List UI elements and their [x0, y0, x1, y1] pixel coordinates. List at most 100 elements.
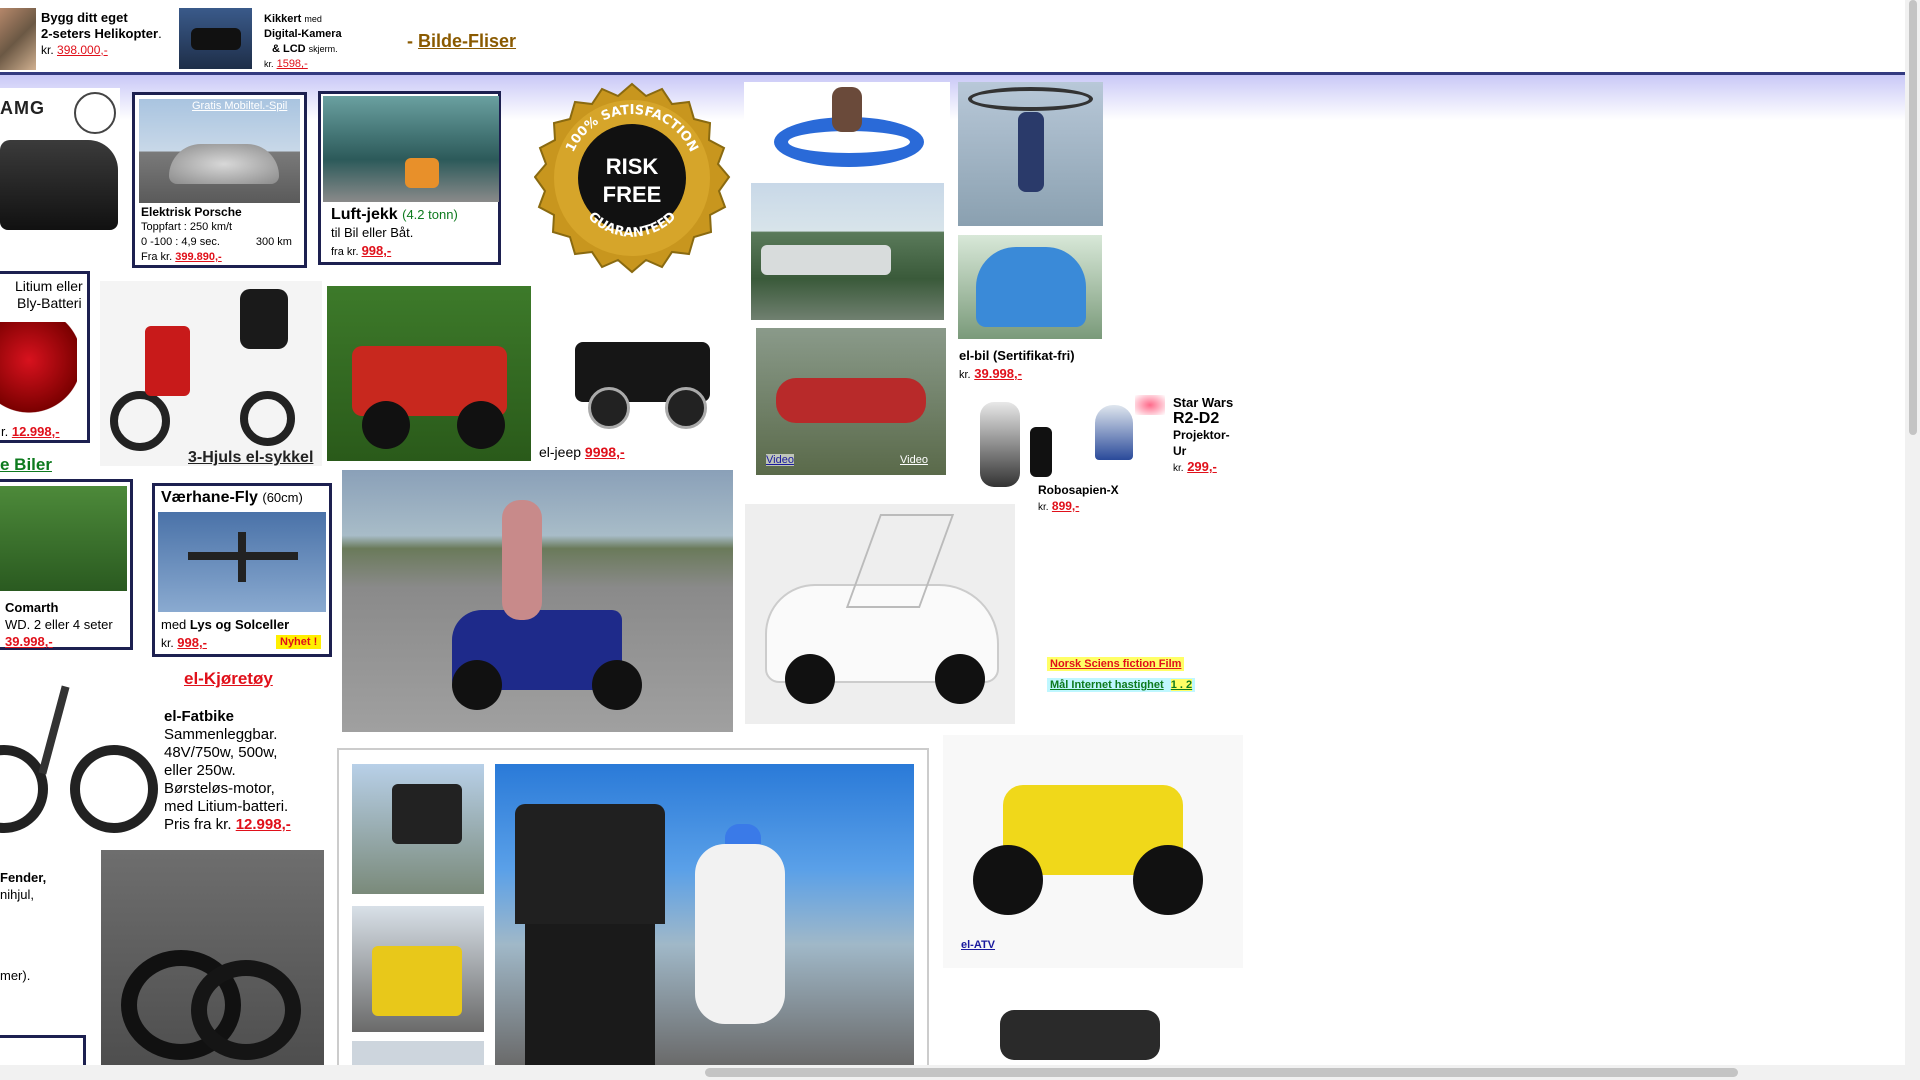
porsche-price[interactable]: 399.890,-: [175, 251, 221, 263]
scifi-film-link[interactable]: Norsk Sciens fiction Film: [1047, 657, 1185, 671]
el-bil-ad[interactable]: el-bil (Sertifikat-fri) kr. 39.998,-: [959, 347, 1075, 384]
robosapien-ad[interactable]: Robosapien-X kr. 899,-: [1038, 482, 1119, 516]
speed-test-numbers[interactable]: 1 . 2: [1170, 679, 1193, 691]
fender-title: Fender,: [0, 870, 47, 885]
robosapien-price[interactable]: 899,-: [1052, 499, 1079, 513]
binocular-med: med: [304, 14, 322, 24]
red-flying-car-image[interactable]: Video Video: [756, 328, 946, 475]
binocular-skjerm: skjerm.: [308, 44, 338, 54]
r2d2-line4: Ur: [1173, 444, 1187, 458]
biler-link[interactable]: e Biler: [0, 455, 52, 475]
jetpack-image[interactable]: [958, 82, 1103, 226]
pedicab-thumb-1[interactable]: [352, 764, 484, 894]
el-jeep-ad[interactable]: el-jeep 9998,-: [539, 444, 625, 460]
trike-link[interactable]: 3-Hjuls el-sykkel: [188, 449, 313, 467]
badge-line2: FREE: [603, 182, 662, 207]
bilde-fliser-link[interactable]: Bilde-Fliser: [418, 31, 516, 51]
el-bil-kr: kr.: [959, 369, 971, 381]
helicopter-kr: kr.: [41, 43, 54, 57]
porsche-line1: Toppfart : 250 km/t: [141, 221, 233, 233]
trike-image[interactable]: [100, 281, 322, 466]
weathervane-kr: kr.: [161, 636, 174, 650]
fatbike-price[interactable]: 12.998,-: [236, 816, 291, 833]
pedicab-main-photo[interactable]: [495, 764, 914, 1065]
scooter-price[interactable]: 12.998,-: [12, 424, 60, 439]
helicopter-subtitle: 2-seters Helikopter: [41, 26, 159, 41]
binocular-ad[interactable]: Kikkert med Digital-Kamera & LCD skjerm.…: [264, 12, 342, 72]
boat-car-image[interactable]: [751, 183, 944, 320]
weathervane-ad[interactable]: Værhane-Fly (60cm) med Lys og Solceller …: [152, 483, 332, 657]
video-link-2[interactable]: Video: [900, 454, 928, 466]
speed-test-link[interactable]: Mål Internet hastighet: [1050, 679, 1164, 691]
porsche-ad[interactable]: Gratis Mobiltel.-Spil Elektrisk Porsche …: [132, 92, 307, 268]
air-jack-ad[interactable]: Luft-jekk (4.2 tonn) til Bil eller Båt. …: [318, 91, 501, 265]
el-bil-price[interactable]: 39.998,-: [974, 366, 1022, 381]
atv-2-image[interactable]: [990, 990, 1180, 1065]
helicopter-image[interactable]: [0, 8, 36, 70]
r2d2-price[interactable]: 299,-: [1187, 459, 1217, 474]
scooter-line2: Bly-Batteri: [17, 295, 82, 311]
helicopter-title: Bygg ditt eget: [41, 10, 128, 25]
new-badge: Nyhet !: [276, 635, 322, 649]
scooter-kr: r.: [1, 424, 9, 439]
scooter-ad[interactable]: Litium eller Bly-Batteri r. 12.998,-: [0, 271, 90, 443]
air-jack-line1: til Bil eller Båt.: [331, 225, 414, 240]
air-jack-image[interactable]: [323, 96, 499, 202]
comarth-ad[interactable]: Comarth WD. 2 eller 4 seter 39.998,-: [0, 479, 133, 650]
pedicab-thumb-2[interactable]: [352, 906, 484, 1032]
el-jeep-label: el-jeep: [539, 444, 582, 460]
folded-fatbike-image[interactable]: [101, 850, 324, 1065]
helicopter-price[interactable]: 398.000,-: [57, 43, 108, 57]
horizontal-scrollbar-thumb[interactable]: [705, 1068, 1738, 1077]
comarth-price[interactable]: 39.998,-: [5, 633, 113, 650]
weathervane-lys: Lys og Solceller: [189, 617, 290, 632]
fatbike-image[interactable]: [0, 665, 160, 847]
porsche-title: Elektrisk Porsche: [141, 205, 242, 219]
el-atv-link[interactable]: el-ATV: [961, 939, 995, 951]
hover-ring-image[interactable]: [744, 82, 950, 182]
binocular-image[interactable]: [179, 8, 252, 69]
internet-speed-test[interactable]: Mål Internet hastighet 1 . 2: [1047, 678, 1196, 692]
fender-ad[interactable]: Fender, nihjul, mer).: [0, 869, 46, 984]
el-vehicles-link[interactable]: el-Kjøretøy: [184, 669, 273, 689]
air-jack-tonn: (4.2 tonn): [402, 207, 458, 222]
fatbike-ad[interactable]: el-Fatbike Sammenleggbar. 48V/750w, 500w…: [164, 708, 291, 834]
comarth-title: Comarth: [5, 600, 59, 615]
r2d2-line1: Star Wars: [1173, 395, 1234, 410]
comarth-sub: WD. 2 eller 4 seter: [5, 617, 113, 632]
weathervane-size: (60cm): [262, 490, 303, 505]
binocular-price[interactable]: 1598,-: [277, 58, 308, 70]
bmw-kids-car-image[interactable]: [745, 504, 1015, 724]
mercedes-toy-car[interactable]: AMG: [0, 88, 120, 250]
badge-line1: RISK: [606, 154, 659, 179]
binocular-line2: Digital-Kamera: [264, 28, 342, 40]
video-link-1[interactable]: Video: [766, 454, 794, 466]
bilde-dash: -: [407, 31, 413, 51]
helicopter-ad[interactable]: Bygg ditt eget 2-seters Helikopter. kr. …: [41, 10, 162, 58]
robosapien-image[interactable]: [960, 397, 1068, 494]
bilde-fliser[interactable]: - Bilde-Fliser: [407, 31, 516, 52]
weathervane-title: Værhane-Fly: [161, 489, 258, 506]
r2d2-kr: kr.: [1173, 463, 1184, 474]
air-jack-price[interactable]: 998,-: [362, 243, 392, 258]
porsche-line2: 0 -100 : 4,9 sec.: [141, 236, 220, 248]
fatbike-line3: eller 250w.: [164, 762, 236, 779]
binocular-kr: kr.: [264, 59, 274, 69]
fatbike-title: el-Fatbike: [164, 708, 235, 725]
mobile-game-link[interactable]: Gratis Mobiltel.-Spil: [192, 100, 287, 112]
vertical-scrollbar-thumb[interactable]: [1909, 0, 1917, 435]
el-jeep-price[interactable]: 9998,-: [585, 444, 625, 460]
r2d2-ad[interactable]: Star Wars R2-D2 Projektor- Ur kr. 299,-: [1173, 395, 1233, 477]
el-atv-image[interactable]: el-ATV: [943, 735, 1243, 968]
weathervane-price[interactable]: 998,-: [177, 635, 207, 650]
el-bil-image[interactable]: [958, 235, 1102, 339]
scooter-photo[interactable]: [342, 470, 733, 732]
el-jeep-image[interactable]: [560, 287, 725, 432]
porsche-fra: Fra kr.: [141, 251, 173, 263]
amg-logo: AMG: [0, 98, 45, 118]
r2d2-image[interactable]: [1085, 395, 1167, 467]
pedicab-thumb-3[interactable]: [352, 1041, 484, 1065]
porsche-image[interactable]: [139, 99, 300, 203]
weathervane-image[interactable]: [158, 512, 326, 612]
kids-buggy-image[interactable]: [327, 286, 531, 461]
